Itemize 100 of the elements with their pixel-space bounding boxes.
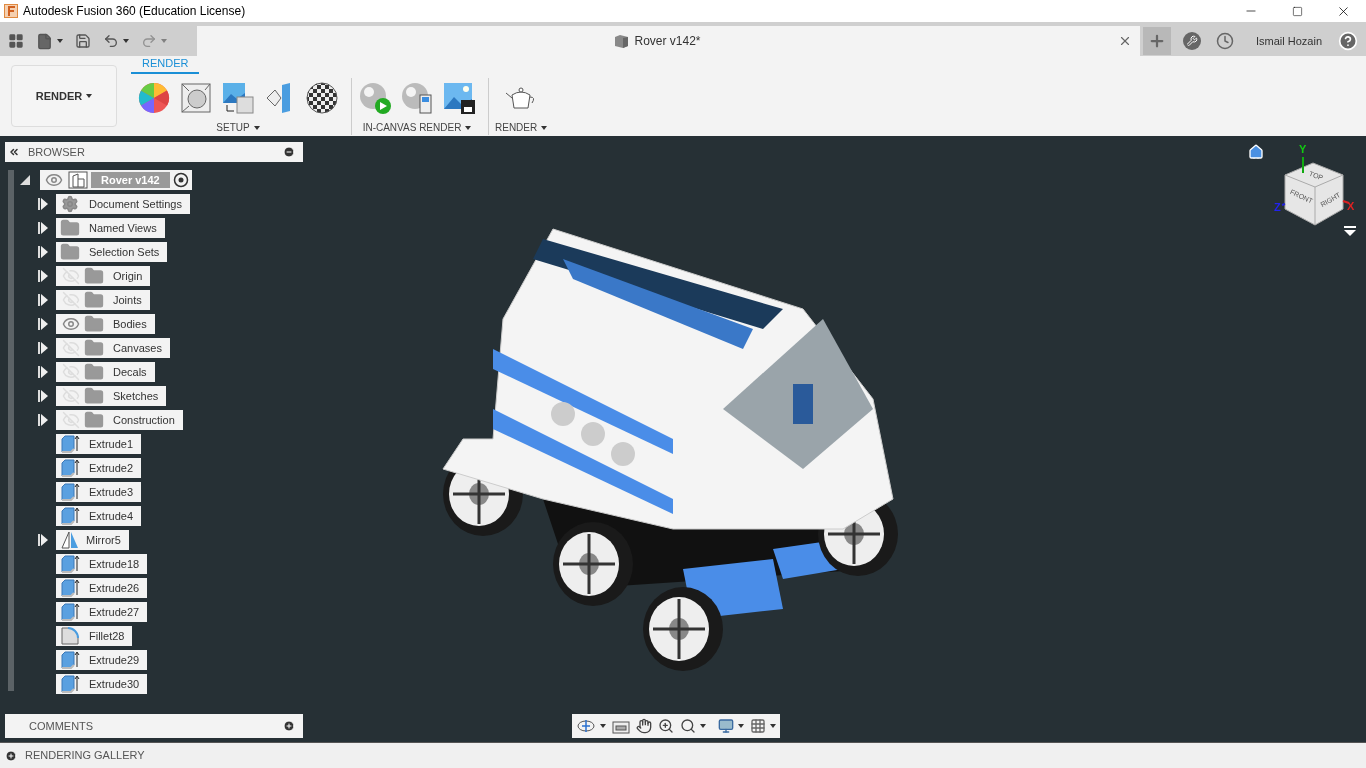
expand-gallery-icon[interactable] xyxy=(5,749,17,762)
expand-arrow-icon[interactable] xyxy=(38,414,48,426)
texture-map-icon[interactable] xyxy=(221,81,255,115)
folder-icon xyxy=(84,362,104,382)
browser-node[interactable]: Canvases xyxy=(56,338,170,358)
group-menu[interactable]: IN-CANVAS RENDER xyxy=(362,120,472,135)
browser-node[interactable]: Decals xyxy=(56,362,155,382)
wrench-button[interactable] xyxy=(1183,32,1201,50)
browser-node[interactable]: Mirror5 xyxy=(56,530,129,550)
browser-node[interactable]: Joints xyxy=(56,290,150,310)
rendering-gallery-bar[interactable]: RENDERING GALLERY xyxy=(0,742,1366,768)
folder-icon xyxy=(84,338,104,358)
fillet-icon xyxy=(60,626,80,646)
scrollbar[interactable] xyxy=(8,170,14,691)
eye-icon[interactable] xyxy=(45,171,63,189)
look-at-button[interactable] xyxy=(612,718,630,734)
folder-icon xyxy=(84,386,104,406)
extrude-icon xyxy=(60,602,80,622)
help-icon xyxy=(1338,31,1358,51)
folder-icon xyxy=(60,218,80,238)
orbit-button[interactable] xyxy=(576,717,606,735)
document-tab[interactable]: Rover v142* xyxy=(197,26,1140,56)
comments-panel[interactable]: COMMENTS xyxy=(5,714,303,738)
checkered-sphere-icon[interactable] xyxy=(305,81,339,115)
extrude-icon xyxy=(60,674,80,694)
group-menu[interactable]: SETUP xyxy=(216,120,260,135)
collapse-triangle-icon[interactable] xyxy=(20,175,30,185)
undo-button[interactable] xyxy=(103,33,129,49)
browser-node[interactable]: Extrude29 xyxy=(56,650,148,670)
browser-node[interactable]: Extrude18 xyxy=(56,554,148,574)
node-label: Fillet28 xyxy=(89,628,125,644)
browser-node[interactable]: Extrude27 xyxy=(56,602,148,622)
comments-title: COMMENTS xyxy=(29,718,94,734)
browser-node[interactable]: Selection Sets xyxy=(56,242,168,262)
expand-arrow-icon[interactable] xyxy=(38,294,48,306)
browser-node[interactable]: Fillet28 xyxy=(56,626,133,646)
activate-radio-icon[interactable] xyxy=(172,172,189,188)
zoom-button[interactable] xyxy=(658,718,674,734)
folder-icon xyxy=(84,410,104,430)
clock-button[interactable] xyxy=(1216,32,1234,50)
scene-icon[interactable] xyxy=(179,81,213,115)
save-image-icon[interactable] xyxy=(442,81,476,115)
browser-title: BROWSER xyxy=(28,144,85,160)
component-icon xyxy=(68,171,88,189)
caret-icon xyxy=(770,724,776,728)
help-button[interactable] xyxy=(1338,31,1358,51)
eye-icon[interactable] xyxy=(62,315,80,333)
browser-node[interactable]: Sketches xyxy=(56,386,167,406)
render-play-icon[interactable] xyxy=(358,81,392,115)
caret-icon xyxy=(253,125,260,130)
expand-arrow-icon[interactable] xyxy=(38,390,48,402)
close-tab-button[interactable] xyxy=(1118,34,1132,48)
expand-arrow-icon[interactable] xyxy=(38,318,48,330)
browser-node[interactable]: Document Settings xyxy=(56,194,190,214)
grid-settings-button[interactable] xyxy=(750,718,776,734)
group-menu[interactable]: RENDER xyxy=(495,120,548,135)
wrench-icon xyxy=(1183,32,1201,50)
browser-node[interactable]: Extrude30 xyxy=(56,674,148,694)
browser-node[interactable]: Bodies xyxy=(56,314,155,334)
collapse-icon[interactable] xyxy=(8,146,20,158)
browser-node[interactable]: Extrude1 xyxy=(56,434,142,454)
view-cube-menu-icon[interactable] xyxy=(1344,226,1356,236)
expand-arrow-icon[interactable] xyxy=(38,342,48,354)
add-comment-icon[interactable] xyxy=(283,720,295,732)
expand-arrow-icon[interactable] xyxy=(38,534,48,546)
browser-node[interactable]: Extrude2 xyxy=(56,458,142,478)
expand-arrow-icon[interactable] xyxy=(38,366,48,378)
workspace-switcher[interactable]: RENDER xyxy=(11,65,117,127)
pan-button[interactable] xyxy=(636,718,652,734)
browser-node[interactable]: Construction xyxy=(56,410,183,430)
browser-node[interactable]: Extrude4 xyxy=(56,506,142,526)
gallery-title: RENDERING GALLERY xyxy=(25,748,145,764)
render-settings-icon[interactable] xyxy=(400,81,434,115)
expand-arrow-icon[interactable] xyxy=(38,270,48,282)
node-label: Named Views xyxy=(89,220,157,236)
expand-arrow-icon[interactable] xyxy=(38,246,48,258)
browser-node[interactable]: Extrude3 xyxy=(56,482,142,502)
node-label: Canvases xyxy=(113,340,162,356)
file-menu-button[interactable] xyxy=(36,32,63,50)
browser-node[interactable]: Named Views xyxy=(56,218,165,238)
zoom-window-button[interactable] xyxy=(680,718,706,734)
caret-icon xyxy=(465,125,472,130)
folder-icon xyxy=(84,266,104,286)
browser-node[interactable]: Extrude26 xyxy=(56,578,148,598)
browser-node[interactable]: Origin xyxy=(56,266,151,286)
home-icon[interactable] xyxy=(1248,144,1264,160)
new-tab-button[interactable] xyxy=(1143,27,1171,55)
color-wheel-icon[interactable] xyxy=(137,81,171,115)
expand-arrow-icon[interactable] xyxy=(38,198,48,210)
node-label: Extrude3 xyxy=(89,484,134,500)
save-button[interactable] xyxy=(75,33,91,49)
apps-grid-button[interactable] xyxy=(8,33,24,49)
expand-arrow-icon[interactable] xyxy=(38,222,48,234)
user-name[interactable]: Ismail Hozain xyxy=(1256,32,1323,50)
node-label: Extrude18 xyxy=(89,556,140,572)
display-settings-button[interactable] xyxy=(718,718,744,734)
browser-header[interactable]: BROWSER xyxy=(5,142,303,162)
minimize-panel-icon[interactable] xyxy=(283,146,295,158)
node-label: Bodies xyxy=(113,316,147,332)
undo-icon xyxy=(103,33,119,49)
